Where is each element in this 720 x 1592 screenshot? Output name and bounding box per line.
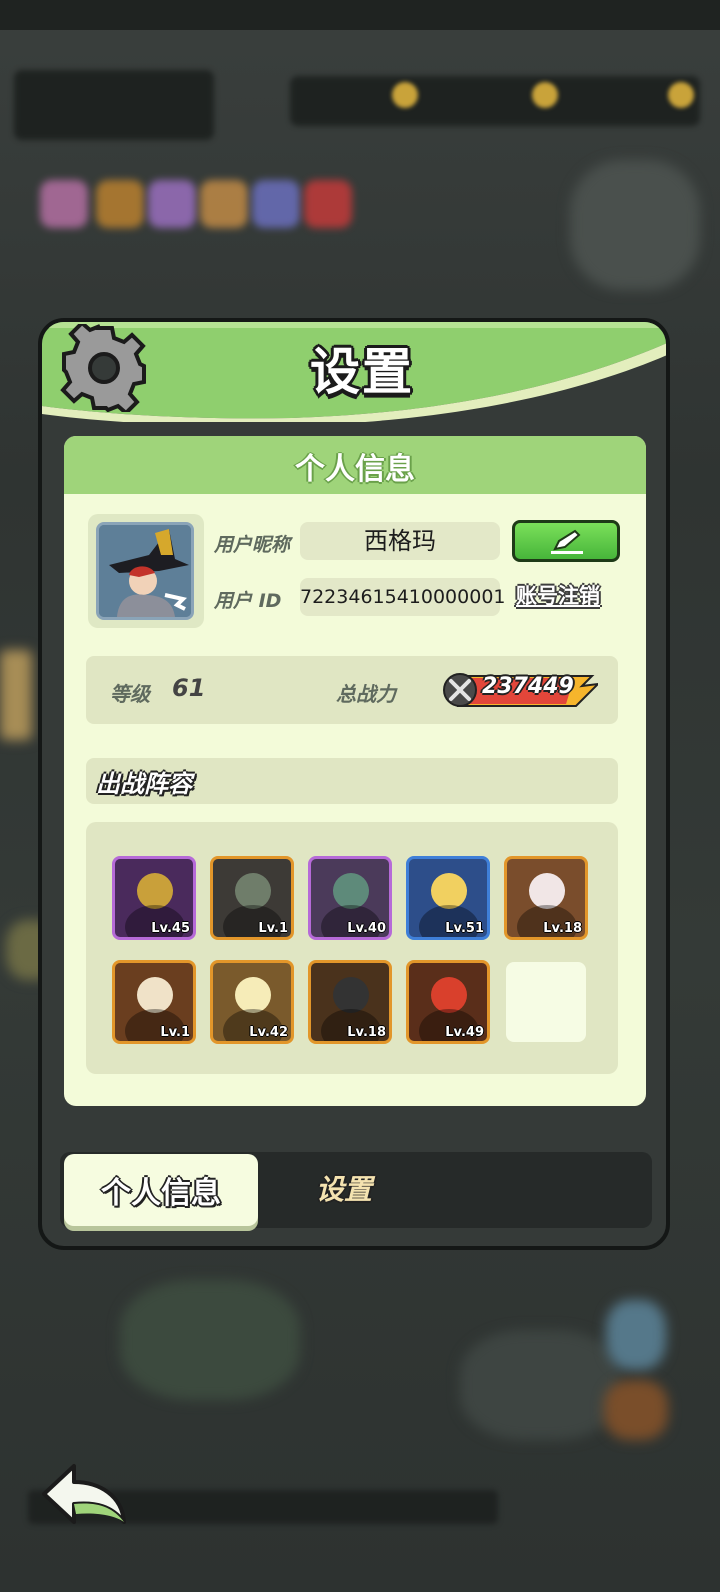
back-arrow-icon: [42, 1464, 126, 1524]
coin-icon: [392, 82, 418, 108]
profile-card-header: 个人信息: [64, 436, 646, 494]
hero-portrait: [235, 873, 271, 909]
event-icon: [148, 180, 196, 228]
resource-bar: [290, 76, 700, 126]
hero-portrait: [431, 977, 467, 1013]
hero-slot[interactable]: Lv.40: [308, 856, 392, 940]
hero-level: Lv.1: [258, 921, 288, 936]
stats-row: 等级 61 总战力 237449: [86, 656, 618, 724]
hero-level: Lv.45: [151, 921, 190, 936]
hero-level: Lv.42: [249, 1025, 288, 1040]
event-icon: [304, 180, 352, 228]
tab-bar: 个人信息 设置: [60, 1152, 652, 1228]
player-hud: [14, 70, 214, 140]
hero-slot[interactable]: Lv.1: [112, 960, 196, 1044]
hero-slot[interactable]: Lv.18: [308, 960, 392, 1044]
hero-portrait: [529, 873, 565, 909]
account-deletion-link[interactable]: 账号注销: [516, 580, 600, 610]
back-button[interactable]: [38, 1460, 128, 1530]
level-value: 61: [172, 674, 206, 702]
lineup-grid: Lv.45 Lv.1 Lv.40 Lv.51 Lv.18 Lv.1 Lv.42 Lv.18 Lv…: [86, 822, 618, 1074]
hero-portrait: [235, 977, 271, 1013]
edit-nickname-button[interactable]: [512, 520, 620, 562]
panel-title: 设置: [310, 343, 414, 401]
hero-portrait: [431, 873, 467, 909]
event-icon: [96, 180, 144, 228]
profile-section-title: 个人信息: [295, 452, 415, 487]
hero-level: Lv.18: [347, 1025, 386, 1040]
coin-icon: [532, 82, 558, 108]
pencil-icon: [551, 529, 583, 554]
hero-portrait: [333, 873, 369, 909]
power-badge: 237449: [442, 672, 598, 708]
tab-settings[interactable]: 设置: [316, 1168, 372, 1208]
hero-portrait: [137, 977, 173, 1013]
nickname-value: 西格玛: [300, 522, 500, 560]
settings-panel: 设置 个人信息 用户昵称 西格玛 用户 ID 72234615410000001…: [38, 318, 670, 1250]
nickname-label: 用户昵称: [214, 534, 291, 556]
event-icon: [252, 180, 300, 228]
power-value: 237449: [482, 674, 574, 699]
hero-level: Lv.1: [160, 1025, 190, 1040]
user-id-value: 72234615410000001: [300, 578, 506, 616]
hero-slot[interactable]: Lv.18: [504, 856, 588, 940]
hero-slot[interactable]: Lv.1: [210, 856, 294, 940]
hero-slot[interactable]: Lv.51: [406, 856, 490, 940]
hero-portrait: [137, 873, 173, 909]
status-bar: [0, 0, 720, 30]
avatar-frame[interactable]: [88, 514, 204, 628]
hero-level: Lv.49: [445, 1025, 484, 1040]
hero-level: Lv.18: [543, 921, 582, 936]
gear-icon: [60, 324, 148, 412]
tab-profile-label: 个人信息: [101, 1176, 221, 1211]
hero-slot-empty[interactable]: [506, 962, 586, 1042]
hero-portrait: [333, 977, 369, 1013]
hero-level: Lv.51: [445, 921, 484, 936]
power-label: 总战力: [336, 682, 396, 706]
event-icon: [200, 180, 248, 228]
lineup-header: 出战阵容: [86, 758, 618, 804]
user-id-label: 用户 ID: [214, 590, 282, 612]
coin-icon: [668, 82, 694, 108]
hero-slot[interactable]: Lv.42: [210, 960, 294, 1044]
profile-card: 个人信息 用户昵称 西格玛 用户 ID 72234615410000001 账号…: [64, 436, 646, 1106]
hero-slot[interactable]: Lv.49: [406, 960, 490, 1044]
event-icon: [40, 180, 88, 228]
tab-profile[interactable]: 个人信息: [64, 1154, 258, 1226]
avatar[interactable]: [96, 522, 194, 620]
panel-header: 设置: [42, 322, 666, 422]
level-label: 等级: [110, 682, 150, 706]
lineup-title: 出战阵容: [96, 770, 192, 798]
hero-level: Lv.40: [347, 921, 386, 936]
hero-slot[interactable]: Lv.45: [112, 856, 196, 940]
